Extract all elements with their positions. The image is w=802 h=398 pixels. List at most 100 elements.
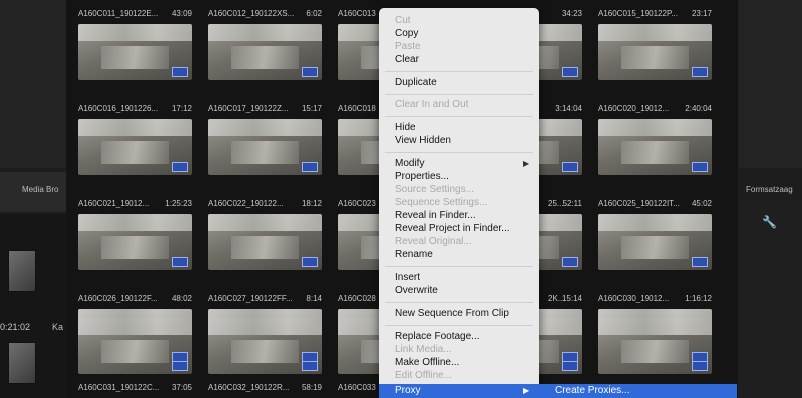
menu-item-clear-in-and-out[interactable]: Clear In and Out	[379, 98, 539, 112]
menu-separator	[385, 71, 533, 72]
clip-name: A160C011_190122E...	[78, 9, 159, 18]
clip-name: A160C020_19012...	[598, 104, 670, 113]
clip-thumbnail[interactable]	[78, 214, 192, 270]
left-panel-tabs: Media Bro	[0, 172, 66, 212]
panel-short-label: Ka	[52, 322, 64, 332]
clip-duration: 37:05	[171, 383, 192, 392]
media-browser-tab[interactable]: Media Bro	[22, 185, 58, 194]
video-badge-icon	[302, 257, 318, 267]
menu-item-reveal-in-finder[interactable]: Reveal in Finder...	[379, 209, 539, 223]
clip-thumbnail[interactable]	[78, 318, 192, 374]
clip-thumbnail[interactable]	[598, 318, 712, 374]
right-panel-upper	[738, 0, 802, 168]
clip-name: A160C021_19012...	[78, 199, 150, 208]
clip-name: A160C028	[338, 294, 376, 303]
clip-name: A160C023	[338, 199, 376, 208]
clip-thumbnail[interactable]	[598, 24, 712, 80]
clip-name: A160C013	[338, 9, 376, 18]
menu-item-copy[interactable]: Copy	[379, 27, 539, 41]
clip-name: A160C030_19012...	[598, 294, 670, 303]
menu-item-link-media[interactable]: Link Media...	[379, 343, 539, 357]
clip-name: A160C016_1901226...	[78, 104, 159, 113]
menu-separator	[385, 266, 533, 267]
clip-thumbnail[interactable]	[208, 24, 322, 80]
clip-duration: 52:11	[562, 199, 582, 208]
video-badge-icon	[562, 361, 578, 371]
video-badge-icon	[692, 67, 708, 77]
clip-thumbnail[interactable]	[78, 119, 192, 175]
clip-thumbnail[interactable]	[598, 214, 712, 270]
clip-name: A160C026_190122F...	[78, 294, 158, 303]
menu-item-reveal-original[interactable]: Reveal Original...	[379, 235, 539, 249]
menu-item-sequence-settings[interactable]: Sequence Settings...	[379, 196, 539, 210]
clip-duration: 48:02	[171, 294, 192, 303]
clip-name: A160C025_190122IT...	[598, 199, 680, 208]
clip-name: A160C031_190122C...	[78, 383, 160, 392]
clip-thumbnail[interactable]	[208, 119, 322, 175]
clip-duration: 15:14	[561, 294, 582, 303]
menu-item-edit-offline[interactable]: Edit Offline...	[379, 369, 539, 383]
video-badge-icon	[172, 361, 188, 371]
clip-duration: 1:16:12	[685, 294, 712, 303]
menu-item-paste[interactable]: Paste	[379, 40, 539, 54]
right-panel-tab[interactable]: Formsatzaag	[746, 185, 793, 194]
menu-separator	[385, 152, 533, 153]
video-badge-icon	[562, 162, 578, 172]
video-badge-icon	[172, 67, 188, 77]
menu-item-modify[interactable]: Modify ▶	[379, 157, 539, 171]
clip-tile[interactable]: A160C022_190122... 18:12	[196, 190, 326, 278]
clip-name: A160C033	[338, 383, 376, 392]
timecode-display: 0:21:02	[0, 322, 31, 332]
menu-item-view-hidden[interactable]: View Hidden	[379, 134, 539, 148]
clip-thumbnail[interactable]	[78, 24, 192, 80]
video-badge-icon	[302, 361, 318, 371]
clip-duration: 18:12	[301, 199, 322, 208]
left-thumbnail[interactable]	[8, 250, 36, 292]
menu-item-new-sequence-from-clip[interactable]: New Sequence From Clip	[379, 307, 539, 321]
clip-name: A160C017_190122Z...	[208, 104, 289, 113]
menu-item-replace-footage[interactable]: Replace Footage...	[379, 330, 539, 344]
clip-tile[interactable]: A160C016_1901226... 17:12	[66, 95, 196, 183]
menu-item-clear[interactable]: Clear	[379, 53, 539, 67]
clip-duration: 3:14:04	[555, 104, 582, 113]
video-badge-icon	[302, 67, 318, 77]
menu-item-proxy[interactable]: Proxy ▶	[379, 384, 539, 398]
clip-thumbnail[interactable]	[598, 119, 712, 175]
menu-item-cut[interactable]: Cut	[379, 14, 539, 28]
clip-duration: 34:23	[561, 9, 582, 18]
menu-item-source-settings[interactable]: Source Settings...	[379, 183, 539, 197]
clip-tile[interactable]: A160C015_190122P... 23:17	[586, 0, 716, 88]
clip-tile[interactable]: A160C017_190122Z... 15:17	[196, 95, 326, 183]
clip-tile[interactable]: A160C020_19012... 2:40:04	[586, 95, 716, 183]
video-badge-icon	[692, 162, 708, 172]
clip-tile[interactable]: A160C012_190122XS... 6:02	[196, 0, 326, 88]
menu-item-duplicate[interactable]: Duplicate	[379, 76, 539, 90]
clip-name: A160C032_190122R...	[208, 383, 290, 392]
menu-item-rename[interactable]: Rename	[379, 248, 539, 262]
video-badge-icon	[562, 257, 578, 267]
menu-item-insert[interactable]: Insert	[379, 271, 539, 285]
clip-duration: 6:02	[306, 9, 322, 18]
left-thumbnail[interactable]	[8, 342, 36, 384]
menu-item-make-offline[interactable]: Make Offline...	[379, 356, 539, 370]
menu-item-create-proxies[interactable]: Create Proxies...	[539, 384, 737, 398]
clip-thumbnail[interactable]	[208, 214, 322, 270]
clip-thumbnail[interactable]	[208, 318, 322, 374]
clip-name: A160C027_190122FF...	[208, 294, 293, 303]
submenu-arrow-icon: ▶	[523, 386, 530, 395]
clip-tile[interactable]: A160C011_190122E... 43:09	[66, 0, 196, 88]
menu-item-properties[interactable]: Properties...	[379, 170, 539, 184]
menu-item-overwrite[interactable]: Overwrite	[379, 284, 539, 298]
premiere-project-window: Media Bro 0:21:02 Ka A160C011_190122E...…	[0, 0, 802, 398]
clip-duration: 17:12	[171, 104, 192, 113]
video-badge-icon	[692, 257, 708, 267]
menu-item-reveal-project-in-finder[interactable]: Reveal Project in Finder...	[379, 222, 539, 236]
menu-separator	[385, 302, 533, 303]
clip-tile[interactable]: A160C025_190122IT... 45:02	[586, 190, 716, 278]
wrench-icon[interactable]: 🔧	[762, 215, 777, 229]
menu-item-hide[interactable]: Hide	[379, 121, 539, 135]
clip-name: A160C012_190122XS...	[208, 9, 295, 18]
clip-duration: 15:17	[301, 104, 322, 113]
menu-separator	[385, 116, 533, 117]
clip-tile[interactable]: A160C021_19012... 1:25:23	[66, 190, 196, 278]
